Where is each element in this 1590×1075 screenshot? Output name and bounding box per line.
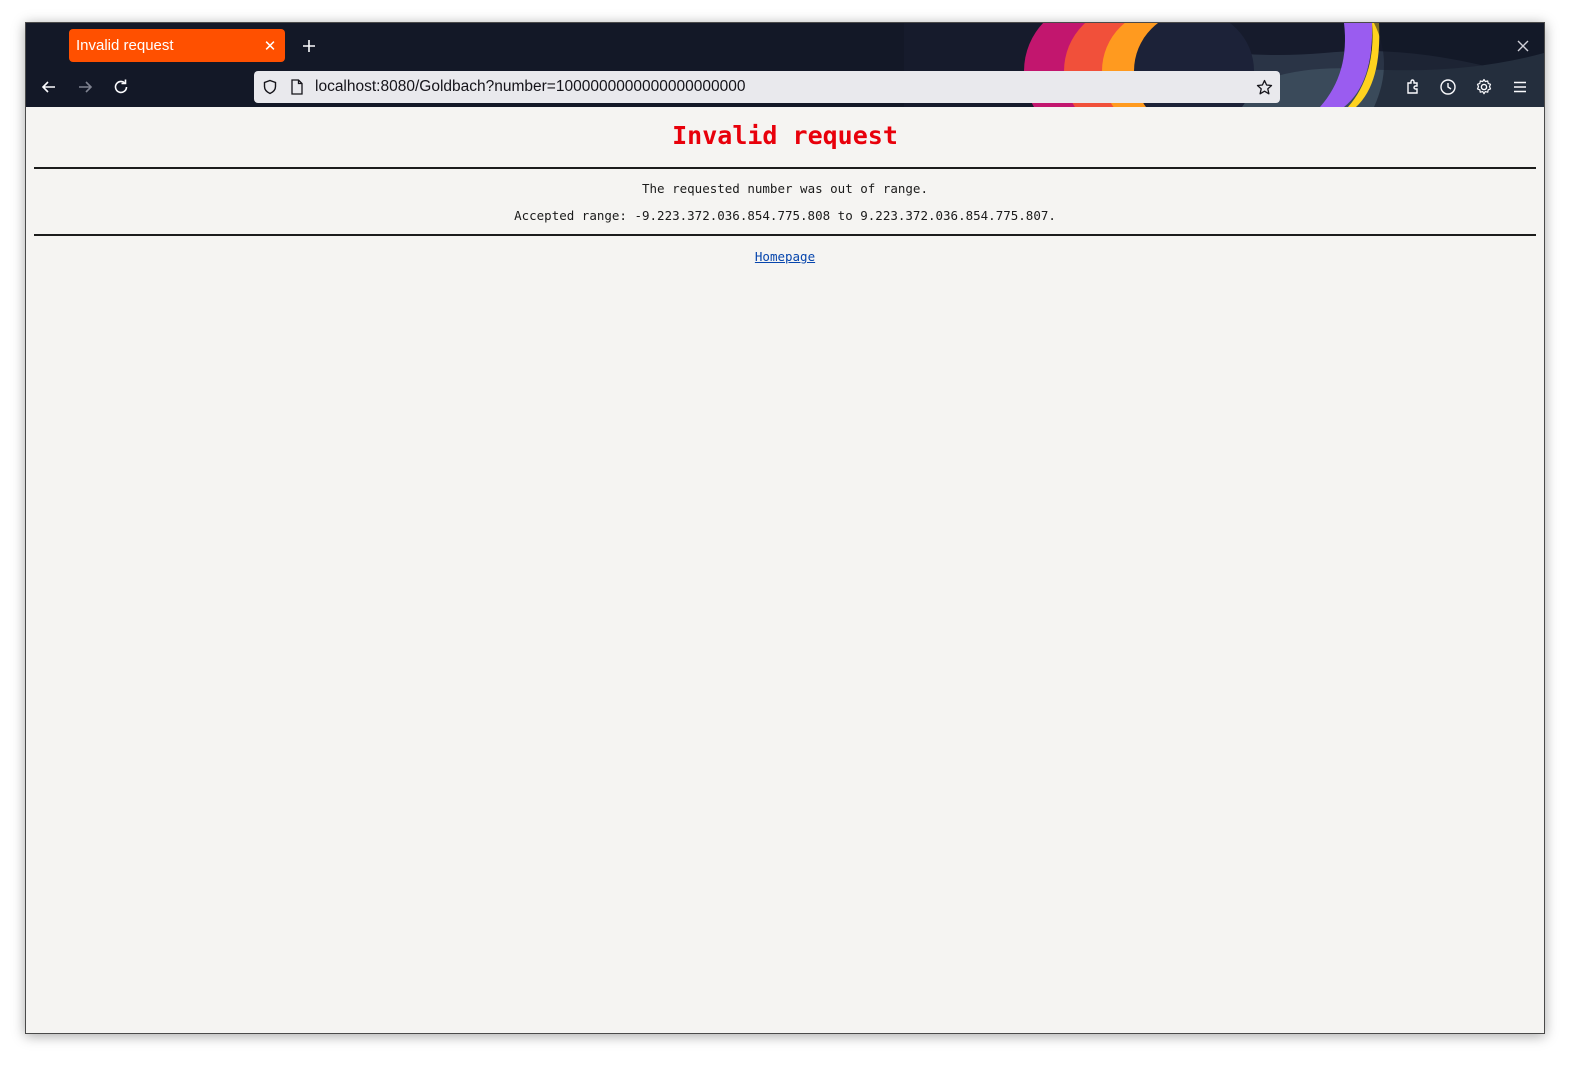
browser-window: Invalid request ✕ localhost:8080/Goldbac… [25,22,1545,1034]
url-text[interactable]: localhost:8080/Goldbach?number=100000000… [315,71,746,103]
arrow-left-icon [41,81,55,93]
tab-title: Invalid request [76,37,174,54]
homepage-link[interactable]: Homepage [755,249,815,264]
page-content: Invalid request The requested number was… [26,107,1544,1033]
shield-icon[interactable] [260,77,280,97]
reload-icon [114,79,128,94]
hamburger-menu-icon [1514,81,1526,93]
bookmark-star-icon[interactable] [1254,77,1274,97]
page-title: Invalid request [672,121,898,150]
arrow-right-icon [79,81,93,93]
reload-button[interactable] [107,73,135,101]
settings-button[interactable] [1470,73,1498,101]
error-message: The requested number was out of range. [642,181,928,196]
homepage-link-container: Homepage [26,249,1544,264]
divider-top [34,167,1536,169]
page-icon[interactable] [287,77,307,97]
clock-icon [1440,79,1456,95]
window-close-button[interactable] [1510,33,1536,59]
plus-icon [303,40,315,52]
accepted-range-text: Accepted range: -9.223.372.036.854.775.8… [514,208,1056,223]
forward-button[interactable] [71,73,99,101]
back-button[interactable] [35,73,63,101]
close-icon [1517,40,1529,52]
extensions-button[interactable] [1399,73,1427,101]
puzzle-icon [1407,79,1418,94]
menu-button[interactable] [1506,73,1534,101]
gear-icon [1476,78,1492,95]
close-tab-icon[interactable]: ✕ [259,35,281,57]
history-button[interactable] [1434,73,1462,101]
divider-bottom [34,234,1536,236]
new-tab-button[interactable] [296,33,322,59]
tab-invalid-request[interactable]: Invalid request ✕ [69,29,285,62]
browser-toolbar: Invalid request ✕ localhost:8080/Goldbac… [26,23,1544,107]
address-bar[interactable]: localhost:8080/Goldbach?number=100000000… [254,71,1280,103]
